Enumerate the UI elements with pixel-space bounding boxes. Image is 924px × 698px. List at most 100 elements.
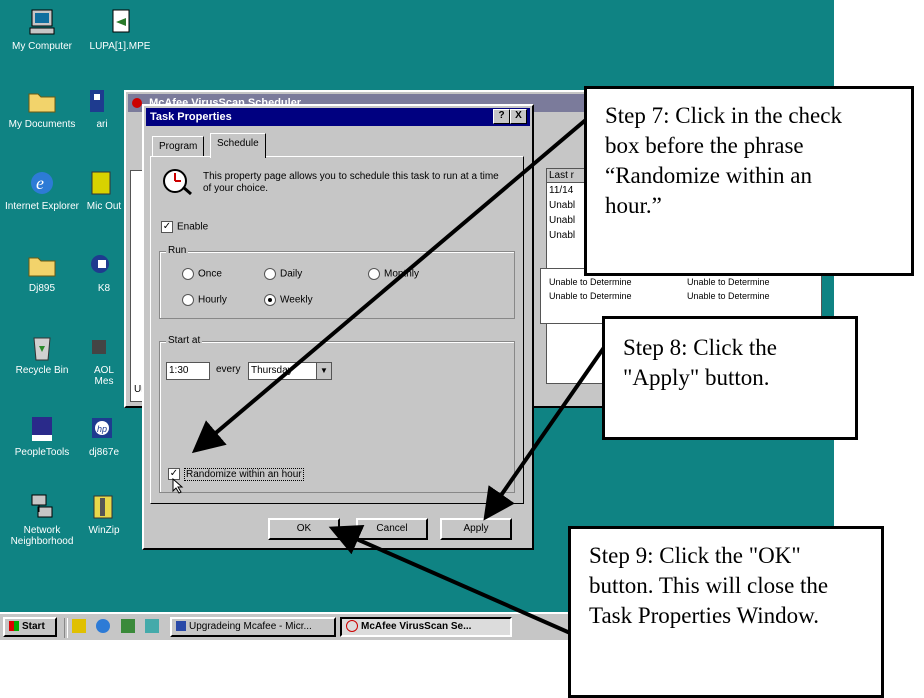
desktop-icon-ari[interactable]: ari: [82, 86, 122, 130]
mcafee-icon: [346, 620, 358, 633]
network-icon: [26, 492, 58, 522]
dialog-title-bar: Task Properties: [146, 108, 530, 126]
task-properties-dialog: Task Properties ? X Program Schedule Thi…: [142, 104, 534, 550]
desktop-icon-my-documents[interactable]: My Documents: [2, 86, 82, 130]
tab-panel: This property page allows you to schedul…: [150, 156, 524, 504]
desktop-icon-label: My Computer: [11, 41, 72, 52]
randomize-label: Randomize within an hour: [184, 467, 304, 481]
desktop-icon-recycle-bin[interactable]: Recycle Bin: [2, 332, 82, 376]
channels-quick-icon[interactable]: [120, 619, 135, 633]
desktop-icon-label: My Documents: [8, 119, 76, 130]
radio-once[interactable]: Once: [182, 268, 222, 280]
radio-monthly-button[interactable]: [368, 268, 380, 280]
list-col2: Unable to Determine Unable to Determine: [687, 275, 770, 303]
enable-label: Enable: [177, 221, 209, 233]
callout-step9: Step 9: Click the "OK" button. This will…: [568, 526, 884, 698]
radio-hourly[interactable]: Hourly: [182, 294, 227, 306]
randomize-checkbox-row[interactable]: ✓ Randomize within an hour: [168, 467, 304, 481]
desktop-icon-my-computer[interactable]: My Computer: [2, 8, 82, 52]
computer-icon: [26, 8, 58, 38]
winzip-icon: [88, 492, 120, 522]
svg-text:e: e: [36, 173, 44, 193]
app-icon: [88, 250, 120, 280]
desktop-icon-label: K8: [97, 283, 111, 294]
desktop-icon-network-neighborhood[interactable]: Network Neighborhood: [2, 492, 82, 547]
folder-icon: [26, 86, 58, 116]
folder-icon: [26, 250, 58, 280]
start-button[interactable]: Start: [3, 617, 57, 637]
start-label: Start: [22, 621, 45, 632]
desktop-icon-label: Mic Out: [86, 201, 122, 212]
callout-step8: Step 8: Click the "Apply" button.: [602, 316, 858, 440]
mouse-cursor-icon: [172, 477, 184, 499]
radio-weekly-button[interactable]: [264, 294, 276, 306]
enable-checkbox-row[interactable]: ✓ Enable: [161, 221, 208, 233]
peopletools-icon: [26, 414, 58, 444]
list-col1: Unable to Determine Unable to Determine: [549, 275, 632, 303]
list-item[interactable]: Unable to Determine: [549, 289, 632, 303]
taskbar-item-mcafee[interactable]: McAfee VirusScan Se...: [340, 617, 512, 637]
desktop-icon-lupa[interactable]: LUPA[1].MPE: [80, 8, 160, 52]
radio-weekly[interactable]: Weekly: [264, 294, 313, 306]
ie-icon: e: [26, 168, 58, 198]
hp-icon: hp: [88, 414, 120, 444]
desktop-icon-winzip[interactable]: WinZip: [84, 492, 124, 536]
desktop-icon-label: WinZip: [88, 525, 120, 536]
recycle-bin-icon: [26, 332, 58, 362]
run-group: Run Once Daily Monthly Hourly Weekly: [159, 245, 515, 319]
help-button[interactable]: ?: [493, 109, 510, 124]
ie-quick-icon[interactable]: [96, 619, 111, 633]
ok-button[interactable]: OK: [268, 518, 340, 540]
day-select[interactable]: Thursday ▼: [248, 362, 332, 380]
desktop-icon-outlook[interactable]: Mic Out: [84, 168, 124, 212]
desktop-icon-label: Dj895: [28, 283, 56, 294]
list-item[interactable]: Unable to Determine: [549, 275, 632, 289]
shield-icon: [132, 98, 142, 109]
tab-program[interactable]: Program: [152, 136, 205, 157]
close-button[interactable]: X: [510, 109, 527, 124]
chevron-down-icon[interactable]: ▼: [316, 363, 331, 379]
desktop-icon-aol[interactable]: AOL Mes: [84, 332, 124, 387]
callout-step8-text: Step 8: Click the "Apply" button.: [623, 335, 777, 390]
cancel-button[interactable]: Cancel: [356, 518, 428, 540]
radio-once-button[interactable]: [182, 268, 194, 280]
scheduler-clock-icon: [161, 167, 193, 200]
radio-monthly-label: Monthly: [384, 268, 420, 280]
desktop-icon-k8[interactable]: K8: [84, 250, 124, 294]
list-item[interactable]: Unable to Determine: [687, 275, 770, 289]
app-quick-icon[interactable]: [145, 619, 160, 633]
enable-checkbox[interactable]: ✓: [161, 221, 173, 233]
apply-button[interactable]: Apply: [440, 518, 512, 540]
list-item[interactable]: Unable to Determine: [687, 289, 770, 303]
day-select-value: Thursday: [251, 365, 293, 376]
desktop-icon-label: LUPA[1].MPE: [89, 41, 151, 52]
app-icon: [86, 86, 118, 116]
desktop-icon-label: PeopleTools: [14, 447, 70, 458]
taskbar-item-label: McAfee VirusScan Se...: [361, 621, 472, 632]
taskbar-item-word[interactable]: Upgradeing Mcafee - Micr...: [170, 617, 336, 637]
quick-launch: [72, 619, 160, 638]
desktop-quick-icon[interactable]: [72, 619, 86, 633]
desktop-icon-label: Network Neighborhood: [10, 525, 74, 547]
start-at-group: Start at 1:30 every Thursday ▼ ✓ Randomiz…: [159, 335, 515, 494]
run-group-label: Run: [166, 245, 189, 256]
desktop-icon-peopletools[interactable]: PeopleTools: [2, 414, 82, 458]
schedule-description: This property page allows you to schedul…: [203, 171, 499, 194]
desktop-icon-internet-explorer[interactable]: e Internet Explorer: [2, 168, 82, 212]
callout-step9-text: Step 9: Click the "OK" button. This will…: [589, 543, 829, 628]
windows-logo-icon: [9, 621, 19, 632]
radio-daily[interactable]: Daily: [264, 268, 302, 280]
desktop-icon-label: dj867e: [88, 447, 120, 458]
radio-monthly[interactable]: Monthly: [368, 268, 419, 280]
aol-icon: [88, 332, 120, 362]
callout-step7-text: Step 7: Click in the check box before th…: [605, 103, 842, 218]
taskbar-item-label: Upgradeing Mcafee - Micr...: [189, 621, 312, 632]
desktop-icon-dj895[interactable]: Dj895: [2, 250, 82, 294]
radio-hourly-button[interactable]: [182, 294, 194, 306]
every-label: every: [216, 364, 241, 375]
desktop-icon-label: Internet Explorer: [5, 201, 79, 212]
tab-schedule[interactable]: Schedule: [210, 133, 266, 158]
start-time-input[interactable]: 1:30: [166, 362, 210, 380]
radio-daily-button[interactable]: [264, 268, 276, 280]
desktop-icon-dj867e[interactable]: hp dj867e: [84, 414, 124, 458]
